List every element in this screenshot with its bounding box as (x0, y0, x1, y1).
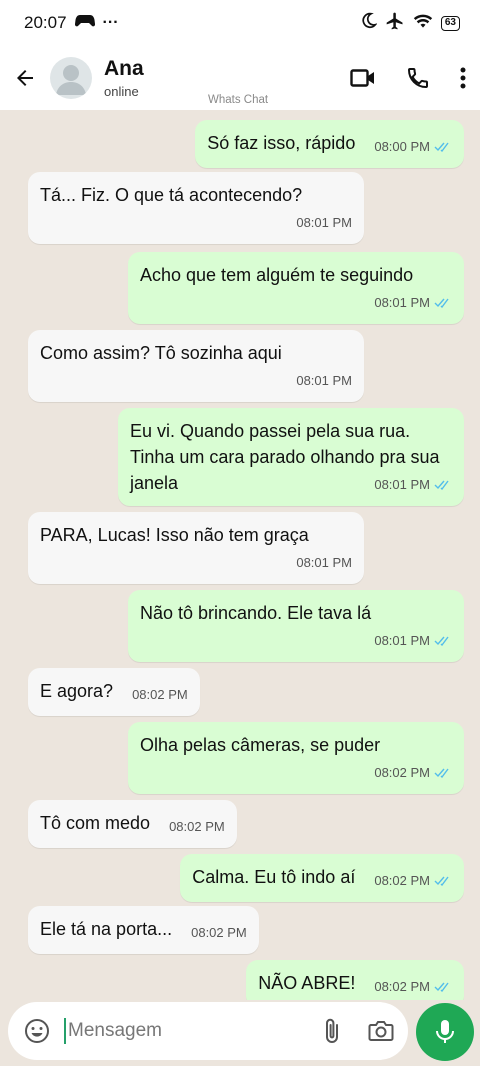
status-more: ··· (102, 14, 119, 31)
read-ticks-icon (434, 298, 449, 308)
read-ticks-icon (434, 636, 449, 646)
message-meta: 08:01 PM (130, 472, 452, 498)
message-meta: 08:01 PM (40, 550, 352, 576)
gamepad-icon (74, 14, 95, 33)
message-input-bar (8, 1002, 408, 1060)
message-text: E agora? (40, 681, 114, 701)
message-time: 08:02 PM (374, 873, 430, 888)
attach-icon[interactable] (324, 1018, 340, 1044)
message-time: 08:01 PM (296, 555, 352, 570)
message-text: Só faz isso, rápido (207, 133, 356, 153)
message-text: Não tô brincando. Ele tava lá (140, 603, 372, 623)
read-ticks-icon (434, 982, 449, 992)
avatar[interactable] (50, 57, 92, 99)
message-bubble-outgoing[interactable]: Olha pelas câmeras, se puder 08:02 PM (128, 722, 464, 794)
wifi-icon (413, 13, 433, 34)
message-bubble-outgoing[interactable]: NÃO ABRE! 08:02 PM (246, 960, 464, 1000)
message-meta: 08:01 PM (140, 290, 452, 316)
message-text: Olha pelas câmeras, se puder (140, 735, 381, 755)
message-bubble-incoming[interactable]: PARA, Lucas! Isso não tem graça 08:01 PM (28, 512, 364, 584)
read-ticks-icon (434, 768, 449, 778)
battery-icon: 63 (440, 15, 460, 31)
message-meta: 08:01 PM (40, 210, 352, 236)
message-time: 08:01 PM (296, 373, 352, 388)
microphone-icon (436, 1020, 454, 1043)
airplane-icon (385, 11, 405, 36)
message-time: 08:00 PM (374, 139, 430, 154)
contact-status: online (104, 84, 139, 99)
status-time: 20:07 (24, 13, 67, 32)
contact-name: Ana (104, 57, 144, 80)
status-left: 20:07 ··· (24, 13, 119, 33)
message-meta: 08:02 PM (374, 868, 452, 894)
message-text: Ele tá na porta... (40, 919, 173, 939)
microphone-button[interactable] (416, 1003, 474, 1061)
read-ticks-icon (434, 142, 449, 152)
message-time: 08:02 PM (374, 765, 430, 780)
message-text: Como assim? Tô sozinha aqui (40, 343, 282, 363)
status-right: 63 (360, 11, 460, 36)
phone-call-icon[interactable] (406, 66, 430, 90)
message-time: 08:02 PM (374, 979, 430, 994)
message-text: PARA, Lucas! Isso não tem graça (40, 525, 309, 545)
more-options-icon[interactable] (460, 67, 466, 89)
message-meta: 08:02 PM (191, 920, 247, 946)
message-bubble-outgoing[interactable]: Não tô brincando. Ele tava lá 08:01 PM (128, 590, 464, 662)
message-time: 08:01 PM (296, 215, 352, 230)
message-text: Tô com medo (40, 813, 151, 833)
message-bubble-incoming[interactable]: Tô com medo 08:02 PM (28, 800, 237, 848)
contact-info[interactable]: Ana online (104, 57, 144, 99)
message-text: Calma. Eu tô indo aí (192, 867, 356, 887)
message-time: 08:02 PM (132, 687, 188, 702)
message-bubble-outgoing[interactable]: Eu vi. Quando passei pela sua rua. Tinha… (118, 408, 464, 506)
message-time: 08:01 PM (374, 633, 430, 648)
read-ticks-icon (434, 480, 449, 490)
emoji-icon[interactable] (24, 1018, 50, 1044)
chat-area[interactable]: Só faz isso, rápido 08:00 PM Tá... Fiz. … (0, 110, 480, 1000)
message-meta: 08:02 PM (169, 814, 225, 840)
message-bubble-outgoing[interactable]: Acho que tem alguém te seguindo 08:01 PM (128, 252, 464, 324)
message-text: Tá... Fiz. O que tá acontecendo? (40, 185, 303, 205)
message-text: NÃO ABRE! (258, 973, 356, 993)
status-bar: 20:07 ··· 63 (0, 0, 480, 46)
header-actions (350, 66, 466, 90)
message-meta: 08:01 PM (140, 628, 452, 654)
moon-icon (360, 12, 378, 34)
back-arrow-icon[interactable] (12, 65, 38, 91)
message-meta: 08:02 PM (140, 760, 452, 786)
message-time: 08:02 PM (169, 819, 225, 834)
message-bubble-outgoing[interactable]: Só faz isso, rápido 08:00 PM (195, 120, 464, 168)
message-meta: 08:00 PM (374, 134, 452, 160)
message-bubble-incoming[interactable]: Como assim? Tô sozinha aqui 08:01 PM (28, 330, 364, 402)
message-text: Acho que tem alguém te seguindo (140, 265, 414, 285)
message-bubble-incoming[interactable]: Tá... Fiz. O que tá acontecendo? 08:01 P… (28, 172, 364, 244)
message-meta: 08:02 PM (374, 974, 452, 1000)
message-bubble-incoming[interactable]: Ele tá na porta... 08:02 PM (28, 906, 259, 954)
message-meta: 08:01 PM (40, 368, 352, 394)
camera-icon[interactable] (368, 1020, 394, 1042)
default-avatar-icon (56, 65, 86, 95)
message-time: 08:02 PM (191, 925, 247, 940)
watermark: Whats Chat (208, 94, 269, 106)
message-bubble-incoming[interactable]: E agora? 08:02 PM (28, 668, 200, 716)
read-ticks-icon (434, 876, 449, 886)
video-call-icon[interactable] (350, 68, 376, 88)
message-time: 08:01 PM (374, 477, 430, 492)
message-time: 08:01 PM (374, 295, 430, 310)
message-meta: 08:02 PM (132, 682, 188, 708)
message-bubble-outgoing[interactable]: Calma. Eu tô indo aí 08:02 PM (180, 854, 464, 902)
message-input[interactable] (64, 1018, 324, 1044)
